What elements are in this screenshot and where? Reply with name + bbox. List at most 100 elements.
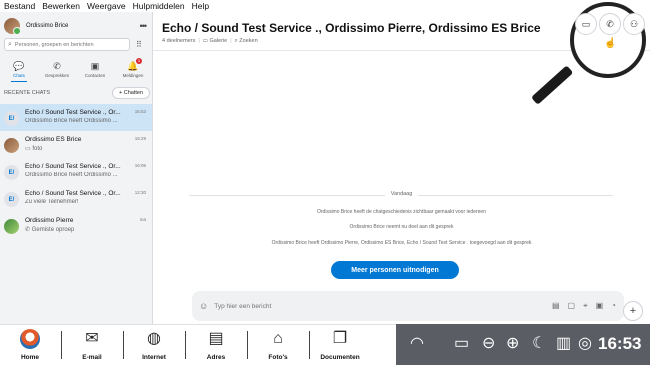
taskbar-home[interactable]: Home — [0, 325, 60, 365]
date-label-text: Vandaag — [384, 191, 419, 197]
taskbar-email[interactable]: ✉ E-mail — [62, 325, 122, 365]
list-item[interactable]: Ordissimo ES Brice ▭ foto 16:29 — [0, 131, 152, 158]
compose-tools: ▤ ▢ ⌖ ▣ ◔ — [544, 301, 616, 311]
menu-view[interactable]: Weergave — [87, 1, 126, 11]
menu-edit[interactable]: Bewerken — [42, 1, 80, 11]
menu-bar: Bestand Bewerken Weergave Hulpmiddelen H… — [0, 0, 650, 12]
taskbar-address[interactable]: ▤ Adres — [186, 325, 246, 365]
menu-tools[interactable]: Hulpmiddelen — [133, 1, 185, 11]
group-avatar: E/ — [4, 111, 19, 126]
group-avatar: E/ — [4, 192, 19, 207]
chat-title: Echo / Sound Test Service ., Or... — [25, 163, 121, 170]
chat-preview: ▭ foto — [25, 145, 148, 152]
conversation-title[interactable]: Echo / Sound Test Service ., Ordissimo P… — [162, 21, 541, 35]
search-input[interactable] — [14, 41, 125, 48]
taskbar-email-label: E-mail — [82, 354, 102, 361]
chat-preview: Ordissimo Brice heeft Ordissimo ... — [25, 172, 118, 178]
notification-badge: 1 — [136, 58, 142, 64]
location-icon[interactable]: ⌖ — [583, 301, 588, 311]
system-message: Ordissimo Brice heeft de chatgeschiedeni… — [317, 209, 486, 215]
date-label: Vandaag — [153, 191, 650, 197]
missed-call-icon: ✆ — [25, 227, 32, 233]
list-item[interactable]: E/ Echo / Sound Test Service ., Or... Zu… — [0, 185, 152, 212]
video-call-button[interactable]: ▭ — [575, 13, 597, 35]
hand-cursor-icon: ☝ — [604, 38, 617, 49]
tab-contacts-label: Contacten — [84, 72, 106, 78]
battery-charging-icon[interactable]: ▭ — [454, 332, 469, 356]
add-people-button[interactable]: ⚇ — [623, 13, 645, 35]
contacts-icon: ▣ — [90, 60, 100, 71]
taskbar-documents[interactable]: ❐ Documenten — [310, 325, 370, 365]
taskbar-address-label: Adres — [206, 354, 226, 361]
trash-icon[interactable]: ▥ — [556, 332, 571, 356]
invite-more-button[interactable]: Meer personen uitnodigen — [331, 261, 459, 279]
taskbar-internet-label: Internet — [142, 354, 166, 361]
clock: 16:53 — [598, 334, 642, 353]
volume-up-icon[interactable]: ⊕ — [506, 332, 519, 356]
list-item[interactable]: Ordissimo Pierre ✆ Gemiste oproep ma — [0, 212, 152, 239]
home-logo-icon — [20, 329, 40, 349]
tab-notifications[interactable]: 🔔 1 Meldingen — [114, 56, 152, 82]
profile-bar[interactable]: Ordissimo Brice ••• — [4, 16, 150, 36]
reaction-icon[interactable]: ▢ — [568, 301, 576, 311]
recent-chats-header: RECENTE CHATS + Chatten — [4, 86, 150, 100]
message-input[interactable] — [214, 302, 485, 310]
help-lifebuoy-icon[interactable]: ◎ — [578, 332, 592, 356]
profile-avatar[interactable] — [4, 18, 21, 35]
chat-preview: ✆ Gemiste oproep — [25, 226, 148, 233]
more-tools-icon[interactable]: ◔ — [611, 301, 616, 311]
list-item[interactable]: E/ Echo / Sound Test Service ., Or... Or… — [0, 158, 152, 185]
tab-calls[interactable]: ✆ Gesprekken — [38, 56, 76, 82]
tab-calls-label: Gesprekken — [44, 72, 70, 78]
globe-icon: ◍ — [147, 330, 161, 347]
contact-avatar — [4, 219, 19, 234]
chat-preview: Zu viele Teilnehmer! — [25, 199, 79, 205]
camera-icon: ⌂ — [273, 330, 283, 347]
search-box[interactable]: ⌕ — [4, 38, 130, 51]
audio-call-button[interactable]: ✆ — [599, 13, 621, 35]
chat-preview-text: Gemiste oproep — [31, 227, 75, 233]
compose-bar: ☺ ▤ ▢ ⌖ ▣ ◔ — [192, 291, 624, 321]
conversation-subheader: 4 deelnemers | ▭ Galerie | ⌕ Zoeken — [162, 38, 258, 44]
menu-file[interactable]: Bestand — [4, 1, 35, 11]
gallery-icon: ▭ — [202, 38, 210, 44]
taskbar-internet[interactable]: ◍ Internet — [124, 325, 184, 365]
contact-avatar — [4, 138, 19, 153]
tab-notifications-label: Meldingen — [122, 72, 144, 78]
participants-link[interactable]: 4 deelnemers — [162, 38, 195, 44]
taskbar-documents-label: Documenten — [320, 354, 360, 361]
chat-time: 12:30 — [134, 190, 146, 195]
recent-chats-label[interactable]: RECENTE CHATS — [4, 90, 50, 96]
contact-card-icon[interactable]: ▣ — [596, 301, 604, 311]
tab-contacts[interactable]: ▣ Contacten — [76, 56, 114, 82]
more-options-icon[interactable]: ••• — [140, 21, 148, 31]
envelope-icon: ✉ — [85, 330, 99, 347]
profile-name: Ordissimo Brice — [26, 23, 69, 29]
taskbar-photos-label: Foto's — [268, 354, 288, 361]
emoji-icon[interactable]: ☺ — [199, 301, 208, 311]
wifi-icon[interactable]: ◠ — [410, 332, 424, 356]
volume-down-icon[interactable]: ⊖ — [482, 332, 495, 356]
menu-help[interactable]: Help — [192, 1, 209, 11]
gallery-link[interactable]: Galerie — [210, 38, 228, 44]
chat-preview: Ordissimo Brice heeft Ordissimo ... — [25, 118, 118, 124]
chat-icon: 💬 — [13, 60, 25, 71]
chat-list: E/ Echo / Sound Test Service ., Or... Or… — [0, 104, 152, 239]
add-attachment-button[interactable]: + — [623, 301, 643, 321]
phone-icon: ✆ — [606, 18, 614, 29]
system-message: Ordissimo Brice neemt nu deel aan dit ge… — [349, 224, 454, 230]
list-item[interactable]: E/ Echo / Sound Test Service ., Or... Or… — [0, 104, 152, 131]
find-link[interactable]: Zoeken — [239, 38, 257, 44]
new-chat-button[interactable]: + Chatten — [111, 87, 150, 99]
dialpad-icon[interactable]: ⠿ — [136, 40, 142, 49]
night-mode-icon[interactable]: ☾ — [532, 332, 546, 356]
address-book-icon: ▤ — [208, 330, 224, 347]
video-camera-icon: ▭ — [581, 18, 591, 29]
taskbar-photos[interactable]: ⌂ Foto's — [248, 325, 308, 365]
phone-icon: ✆ — [53, 60, 61, 71]
chat-title: Echo / Sound Test Service ., Or... — [25, 190, 121, 197]
system-tray: ◠ ▭ ⊖ ⊕ ☾ ▥ ◎ 16:53 — [396, 324, 650, 365]
chat-preview-text: foto — [32, 146, 43, 152]
media-icon[interactable]: ▤ — [552, 301, 560, 311]
tab-chats[interactable]: 💬 Chats — [0, 56, 38, 82]
